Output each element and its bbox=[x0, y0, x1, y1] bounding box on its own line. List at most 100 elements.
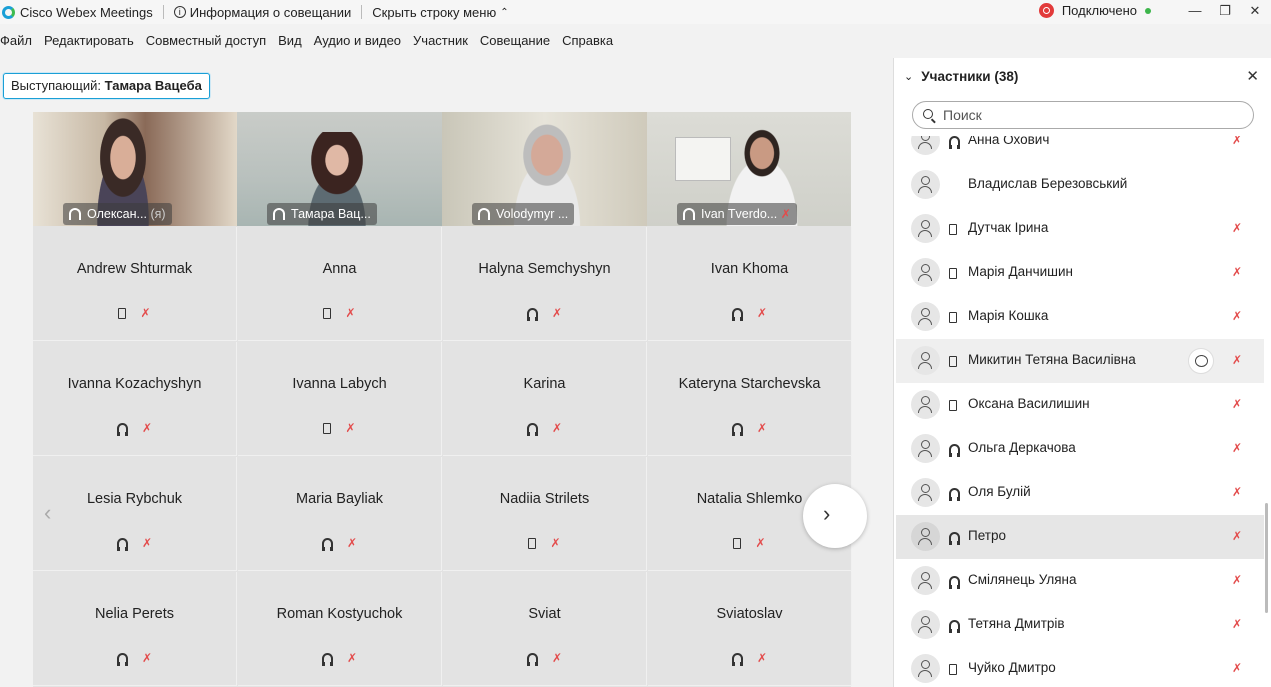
tile-icons: ✗ bbox=[648, 651, 851, 666]
participant-row[interactable]: Смілянець Уляна ✗ bbox=[896, 559, 1264, 603]
avatar-icon bbox=[911, 346, 940, 375]
participant-row[interactable]: Тетяна Дмитрів ✗ bbox=[896, 603, 1264, 647]
avatar-icon bbox=[911, 566, 940, 595]
video-tile[interactable]: Олексан... (я) bbox=[33, 112, 237, 226]
participant-tile[interactable]: Anna ✗ bbox=[238, 227, 442, 341]
participant-tile[interactable]: Halyna Semchyshyn ✗ bbox=[443, 227, 647, 341]
participant-row[interactable]: Анна Охович ✗ bbox=[896, 136, 1264, 163]
divider bbox=[162, 5, 164, 19]
participant-name: Anna bbox=[322, 261, 357, 277]
muted-icon: ✗ bbox=[551, 421, 563, 435]
participant-tile[interactable]: Ivanna Kozachyshyn ✗ bbox=[33, 342, 237, 456]
menu-participant[interactable]: Участник bbox=[413, 33, 468, 53]
muted-icon: ✗ bbox=[1231, 661, 1242, 675]
participant-tile[interactable]: Nelia Perets ✗ bbox=[33, 572, 237, 686]
participant-tile[interactable]: Andrew Shturmak ✗ bbox=[33, 227, 237, 341]
headset-icon bbox=[273, 208, 285, 220]
participant-tile[interactable]: Ivanna Labych ✗ bbox=[238, 342, 442, 456]
participant-tile[interactable]: Karina ✗ bbox=[443, 342, 647, 456]
participant-row[interactable]: Чуйко Дмитро ✗ bbox=[896, 647, 1264, 687]
phone-icon bbox=[949, 224, 957, 235]
search-input[interactable]: Поиск bbox=[912, 101, 1254, 129]
muted-icon: ✗ bbox=[346, 536, 358, 550]
menu-view[interactable]: Вид bbox=[278, 33, 302, 53]
participant-tile[interactable]: Kateryna Starchevska ✗ bbox=[648, 342, 852, 456]
muted-icon: ✗ bbox=[345, 306, 356, 320]
search-icon bbox=[923, 109, 933, 119]
participant-tile[interactable]: Nadiia Strilets ✗ bbox=[443, 457, 647, 571]
menu-bar: Файл Редактировать Совместный доступ Вид… bbox=[0, 33, 625, 53]
muted-icon: ✗ bbox=[1231, 529, 1242, 543]
participant-row[interactable]: Микитин Тетяна Василівна ✗ bbox=[896, 339, 1264, 383]
phone-icon bbox=[323, 423, 332, 434]
participant-name: Марія Кошка bbox=[968, 308, 1049, 323]
hide-menu-button[interactable]: Скрыть строку меню ⌃ bbox=[372, 5, 508, 20]
participant-row[interactable]: Дутчак Ірина ✗ bbox=[896, 207, 1264, 251]
muted-icon: ✗ bbox=[1231, 485, 1242, 499]
participant-row[interactable]: Оксана Василишин ✗ bbox=[896, 383, 1264, 427]
video-tile[interactable]: Volodymyr ... bbox=[442, 112, 647, 226]
muted-icon: ✗ bbox=[1231, 309, 1242, 323]
video-grid: Олексан... (я) Тамара Вац... Volodymyr .… bbox=[33, 112, 852, 687]
avatar-icon bbox=[911, 478, 940, 507]
panel-title: Участники (38) bbox=[921, 69, 1019, 84]
muted-icon: ✗ bbox=[140, 306, 151, 320]
participant-tile[interactable]: Roman Kostyuchok ✗ bbox=[238, 572, 442, 686]
meeting-info-button[interactable]: i Информация о совещании bbox=[173, 4, 352, 20]
headset-icon bbox=[731, 423, 743, 436]
participant-name: Karina bbox=[523, 376, 566, 392]
close-panel-button[interactable]: ✕ bbox=[1246, 67, 1259, 85]
meeting-info-label: Информация о совещании bbox=[189, 4, 352, 20]
phone-icon bbox=[949, 356, 957, 367]
menu-help[interactable]: Справка bbox=[562, 33, 613, 53]
active-speaker-badge[interactable]: Выступающий: Тамара Вацеба bbox=[3, 73, 210, 99]
participant-row[interactable]: Владислав Березовський bbox=[896, 163, 1264, 207]
participant-tile[interactable]: Maria Bayliak ✗ bbox=[238, 457, 442, 571]
participant-tile[interactable]: Sviatoslav ✗ bbox=[648, 572, 852, 686]
connection-status[interactable]: Подключено bbox=[1038, 3, 1151, 18]
participant-name: Смілянець Уляна bbox=[968, 572, 1077, 587]
panel-header[interactable]: ⌄ Участники (38) bbox=[904, 69, 1018, 84]
participant-name: Nadiia Strilets bbox=[499, 491, 590, 507]
muted-icon: ✗ bbox=[756, 421, 768, 435]
muted-icon: ✗ bbox=[1231, 573, 1242, 587]
participant-tile[interactable]: Ivan Khoma ✗ bbox=[648, 227, 852, 341]
video-label: Ivan Tverdo... ✗ bbox=[677, 203, 797, 225]
next-page-button[interactable]: › bbox=[803, 484, 867, 548]
tile-icons: ✗ bbox=[33, 536, 236, 551]
menu-share[interactable]: Совместный доступ bbox=[146, 33, 266, 53]
headset-icon bbox=[949, 576, 960, 589]
chat-bubble-icon[interactable] bbox=[1188, 348, 1214, 374]
participant-name: Roman Kostyuchok bbox=[276, 606, 403, 622]
participant-tile[interactable]: Lesia Rybchuk ✗ bbox=[33, 457, 237, 571]
participant-name: Микитин Тетяна Василівна bbox=[968, 352, 1136, 367]
close-window-button[interactable]: ✕ bbox=[1240, 0, 1270, 24]
video-tile-active[interactable]: Тамара Вац... bbox=[237, 112, 442, 226]
muted-icon: ✗ bbox=[1231, 397, 1242, 411]
muted-icon: ✗ bbox=[1231, 265, 1242, 279]
scrollbar[interactable] bbox=[1265, 503, 1268, 613]
menu-file[interactable]: Файл bbox=[0, 33, 32, 53]
menu-meeting[interactable]: Совещание bbox=[480, 33, 550, 53]
previous-page-icon[interactable]: ‹ bbox=[44, 500, 51, 526]
participant-row[interactable]: Оля Булій ✗ bbox=[896, 471, 1264, 515]
participant-name: Ivanna Kozachyshyn bbox=[67, 376, 202, 392]
maximize-button[interactable]: ❐ bbox=[1210, 0, 1240, 24]
participant-name: Оля Булій bbox=[968, 484, 1031, 499]
participant-tile[interactable]: Sviat ✗ bbox=[443, 572, 647, 686]
headset-icon bbox=[116, 538, 128, 551]
menu-edit[interactable]: Редактировать bbox=[44, 33, 134, 53]
participant-row[interactable]: Марія Кошка ✗ bbox=[896, 295, 1264, 339]
headset-icon bbox=[731, 308, 743, 321]
tile-icons: ✗ bbox=[443, 536, 646, 550]
participant-name: Тетяна Дмитрів bbox=[968, 616, 1065, 631]
avatar-icon bbox=[911, 136, 940, 155]
muted-icon: ✗ bbox=[1231, 221, 1242, 235]
video-label: Олексан... (я) bbox=[63, 203, 172, 225]
participant-row-selected[interactable]: Петро ✗ bbox=[896, 515, 1264, 559]
video-tile[interactable]: Ivan Tverdo... ✗ bbox=[647, 112, 851, 226]
participant-row[interactable]: Марія Данчишин ✗ bbox=[896, 251, 1264, 295]
minimize-button[interactable]: — bbox=[1180, 0, 1210, 24]
participant-row[interactable]: Ольга Деркачова ✗ bbox=[896, 427, 1264, 471]
menu-audio-video[interactable]: Аудио и видео bbox=[314, 33, 401, 53]
